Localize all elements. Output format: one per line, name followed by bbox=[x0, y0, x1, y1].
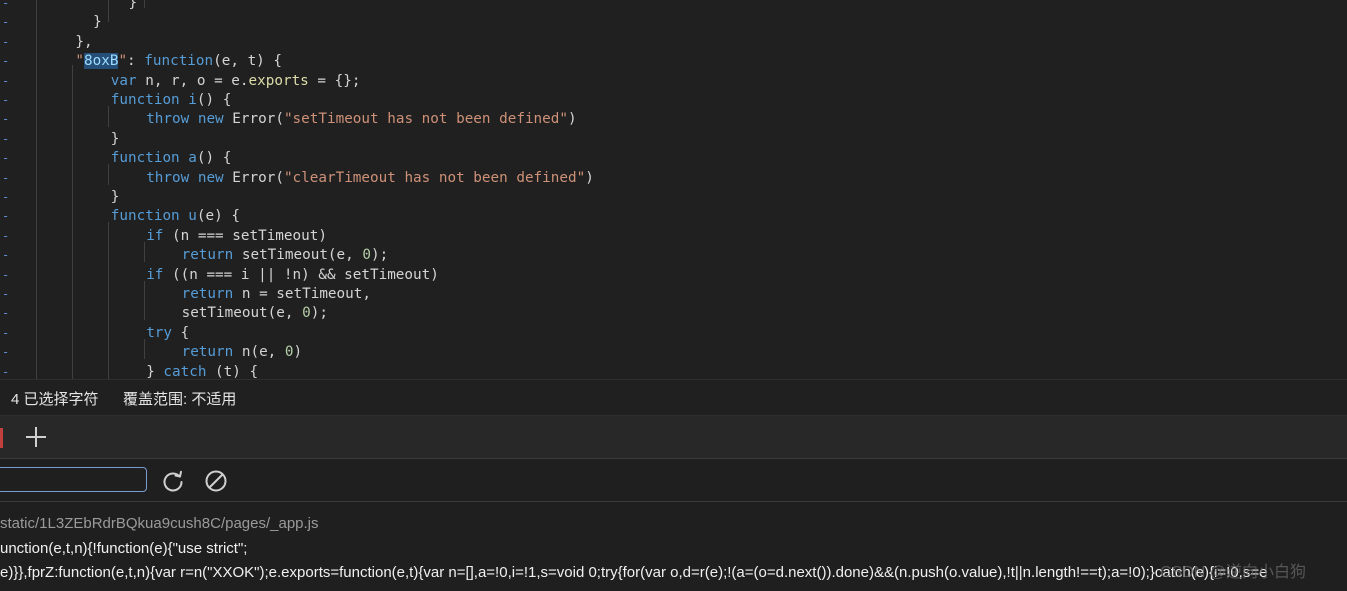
code-line[interactable]: } bbox=[111, 188, 120, 207]
code-line[interactable]: throw new Error("clearTimeout has not be… bbox=[146, 169, 594, 188]
clear-console-icon[interactable] bbox=[203, 468, 229, 494]
gutter-marker: - bbox=[2, 170, 10, 185]
indent-guide bbox=[108, 222, 109, 379]
gutter-marker: - bbox=[2, 0, 10, 10]
console-output: static/1L3ZEbRdrBQkua9cush8C/pages/_app.… bbox=[0, 502, 1347, 591]
gutter-marker: - bbox=[2, 209, 10, 224]
code-line[interactable]: }, bbox=[75, 33, 92, 52]
code-line[interactable]: return setTimeout(e, 0); bbox=[182, 246, 389, 265]
indent-guide bbox=[72, 65, 73, 379]
console-toolbar bbox=[0, 459, 1347, 502]
gutter-marker: - bbox=[2, 34, 10, 49]
selection-count: 4 已选择字符 bbox=[11, 391, 99, 408]
console-filter-input[interactable] bbox=[0, 467, 147, 492]
code-line[interactable]: function a() { bbox=[111, 149, 232, 168]
gutter-marker: - bbox=[2, 306, 10, 321]
gutter-marker: - bbox=[2, 248, 10, 263]
indent-guide bbox=[36, 0, 37, 379]
indent-guide bbox=[108, 0, 109, 22]
gutter-marker: - bbox=[2, 287, 10, 301]
indent-guide bbox=[108, 164, 109, 185]
code-line[interactable]: } bbox=[129, 0, 138, 13]
gutter-marker: - bbox=[2, 364, 10, 379]
gutter-marker: - bbox=[2, 131, 10, 146]
refresh-icon[interactable] bbox=[160, 468, 186, 494]
indent-guide bbox=[144, 281, 145, 320]
code-line[interactable]: setTimeout(e, 0); bbox=[182, 304, 328, 323]
gutter-marker: - bbox=[2, 228, 10, 243]
active-tab-indicator bbox=[0, 428, 3, 448]
gutter-marker: - bbox=[2, 325, 10, 340]
gutter-marker: - bbox=[2, 345, 10, 360]
code-line[interactable]: if (n === setTimeout) bbox=[146, 227, 327, 246]
coverage-status: 覆盖范围: 不适用 bbox=[123, 391, 237, 408]
console-source-link[interactable]: static/1L3ZEbRdrBQkua9cush8C/pages/_app.… bbox=[0, 515, 319, 532]
code-line[interactable]: } bbox=[111, 130, 120, 149]
add-tab-icon[interactable] bbox=[24, 425, 48, 449]
code-editor[interactable]: - - - - - - - - - - - - - - - - - - - - }}}, "8oxB": functio… bbox=[0, 0, 1347, 379]
code-line[interactable]: var n, r, o = e.exports = {}; bbox=[111, 72, 361, 91]
selected-text[interactable]: 8oxB bbox=[84, 53, 119, 70]
code-line[interactable]: return n = setTimeout, bbox=[182, 285, 371, 304]
code-line[interactable]: function i() { bbox=[111, 91, 232, 110]
indent-guide bbox=[144, 242, 145, 262]
indent-guide bbox=[144, 339, 145, 359]
code-line[interactable]: function u(e) { bbox=[111, 207, 240, 226]
code-line[interactable]: return n(e, 0) bbox=[182, 343, 303, 362]
gutter-marker: - bbox=[2, 93, 10, 107]
indent-guide bbox=[108, 106, 109, 127]
code-line[interactable]: try { bbox=[146, 324, 189, 343]
console-message-line: e)}},fprZ:function(e,t,n){var r=n("XXOK"… bbox=[0, 564, 1268, 581]
drawer-tab-bar bbox=[0, 416, 1347, 459]
code-line[interactable]: } bbox=[93, 13, 102, 32]
gutter-marker: - bbox=[2, 190, 10, 204]
editor-status-bar: 4 已选择字符 覆盖范围: 不适用 bbox=[0, 379, 1347, 416]
code-line[interactable]: if ((n === i || !n) && setTimeout) bbox=[146, 266, 439, 285]
gutter-marker: - bbox=[2, 151, 10, 166]
code-line[interactable]: "8oxB": function(e, t) { bbox=[75, 52, 282, 71]
console-message-line: unction(e,t,n){!function(e){"use strict"… bbox=[0, 540, 248, 557]
code-line[interactable]: } catch (t) { bbox=[146, 363, 258, 379]
gutter-marker: - bbox=[2, 112, 10, 127]
code-line[interactable]: throw new Error("setTimeout has not been… bbox=[146, 110, 576, 129]
gutter-marker: - bbox=[2, 54, 10, 69]
indent-guide bbox=[144, 0, 145, 8]
gutter-marker: - bbox=[2, 73, 10, 88]
gutter-marker: - bbox=[2, 267, 10, 282]
gutter-marker: - bbox=[2, 15, 10, 30]
